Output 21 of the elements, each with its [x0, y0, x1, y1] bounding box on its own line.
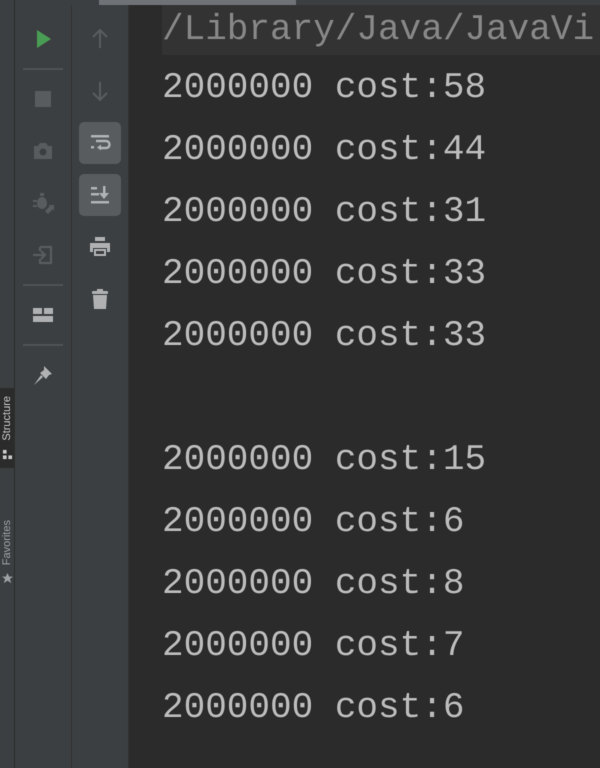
printer-icon [88, 235, 112, 259]
output-line: 2000000 cost:7 [162, 624, 466, 668]
pin-icon [31, 363, 55, 387]
output-line: 2000000 cost:33 [162, 314, 488, 358]
output-line: 2000000 cost:8 [162, 562, 466, 606]
output-line: 2000000 cost:33 [162, 252, 488, 296]
output-line: 2000000 cost:44 [162, 128, 488, 172]
output-line: 2000000 cost:6 [162, 686, 466, 730]
scroll-to-end-button[interactable] [79, 174, 121, 216]
scroll-thumb[interactable] [99, 0, 296, 5]
output-line: 2000000 cost:58 [162, 66, 488, 110]
tool-window-tab[interactable]: Structure [0, 388, 15, 468]
soft-wrap-button[interactable] [79, 122, 121, 164]
star-icon [2, 572, 13, 584]
tool-window-tab[interactable]: Favorites [0, 512, 15, 592]
bug-arrow-icon [31, 191, 55, 215]
output-line: 2000000 cost:31 [162, 190, 488, 234]
output-line: 2000000 cost:15 [162, 438, 488, 482]
output-line: 2000000 cost:6 [162, 500, 466, 544]
exit-arrow-icon [31, 243, 55, 267]
structure-icon [2, 448, 13, 460]
